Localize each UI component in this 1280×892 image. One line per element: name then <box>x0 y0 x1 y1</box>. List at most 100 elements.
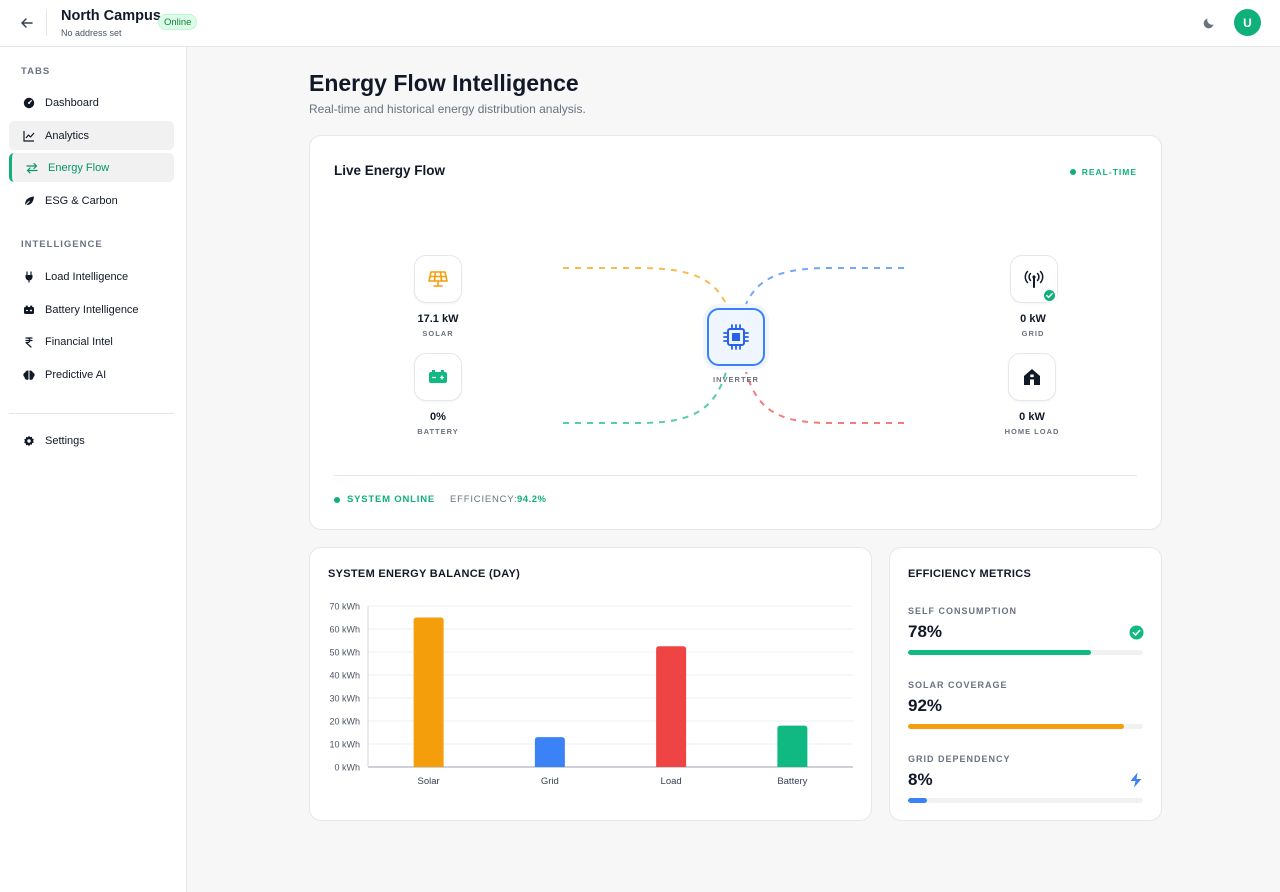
battery-node <box>414 353 462 401</box>
x-tick-label: Solar <box>418 776 440 787</box>
sidebar-item-load-intelligence[interactable]: Load Intelligence <box>9 262 174 291</box>
energy-balance-chart: 0 kWh 10 kWh 20 kWh 30 kWh 40 kWh 50 kWh 60 kW… <box>329 602 853 787</box>
leaf-icon <box>22 194 36 208</box>
efficiency-metrics-card: EFFICIENCY METRICS SELF CONSUMPTION 78% … <box>889 547 1162 821</box>
inverter-node <box>707 308 765 366</box>
y-tick-label: 0 kWh <box>334 763 360 773</box>
grid-value: 0 kW <box>1020 313 1046 325</box>
y-tick-label: 60 kWh <box>329 625 360 635</box>
sidebar-item-label: Predictive AI <box>45 368 107 381</box>
y-tick-label: 50 kWh <box>329 648 360 658</box>
sidebar-item-energy-flow[interactable]: Energy Flow <box>9 153 174 182</box>
back-arrow-icon[interactable] <box>16 12 38 34</box>
self-consumption-bar <box>908 650 1143 655</box>
sidebar-item-dashboard[interactable]: Dashboard <box>9 88 174 117</box>
page-title: Energy Flow Intelligence <box>309 70 579 96</box>
battery-value: 0% <box>430 411 446 423</box>
sidebar-item-label: Load Intelligence <box>45 270 129 283</box>
lightning-icon <box>1128 772 1144 788</box>
y-tick-label: 40 kWh <box>329 671 360 681</box>
solar-coverage-value: 92% <box>908 696 943 715</box>
system-status: SYSTEM ONLINE <box>334 494 435 505</box>
sidebar-item-label: Settings <box>45 434 85 447</box>
grid-connected-check-icon <box>1042 288 1057 303</box>
solar-value: 17.1 kW <box>417 313 459 325</box>
site-address: No address set <box>61 28 122 38</box>
top-bar: North Campus Online No address set U <box>0 0 1280 47</box>
cpu-chip-icon <box>723 324 749 350</box>
energy-balance-card: SYSTEM ENERGY BALANCE (DAY) 0 kWh 10 kWh 2… <box>309 547 872 821</box>
y-tick-label: 20 kWh <box>329 717 360 727</box>
user-avatar[interactable]: U <box>1234 9 1261 36</box>
sidebar-item-label: Battery Intelligence <box>45 303 139 316</box>
y-tick-label: 10 kWh <box>329 740 360 750</box>
sidebar-item-financial-intel[interactable]: Financial Intel <box>9 327 174 356</box>
status-badge: Online <box>158 14 198 30</box>
header-divider <box>46 10 47 36</box>
grid-dependency-label: GRID DEPENDENCY <box>908 754 1011 764</box>
solar-flow-line <box>563 267 727 305</box>
plug-icon <box>22 270 36 284</box>
gauge-icon <box>22 96 36 110</box>
self-consumption-value: 78% <box>908 622 943 641</box>
x-tick-label: Grid <box>541 776 559 787</box>
bar-load <box>656 646 687 767</box>
efficiency-label: EFFICIENCY: <box>450 494 518 505</box>
inverter-label: INVERTER <box>713 375 759 384</box>
section-label-tabs: TABS <box>21 66 51 77</box>
arrows-swap-icon <box>25 161 39 175</box>
home-node <box>1008 353 1056 401</box>
flow-divider <box>334 475 1137 476</box>
sidebar-item-analytics[interactable]: Analytics <box>9 121 174 150</box>
bar-grid <box>534 737 565 767</box>
sidebar-item-label: Dashboard <box>45 96 99 109</box>
bar-battery <box>777 725 808 767</box>
gear-icon <box>22 434 36 448</box>
live-energy-flow-card: Live Energy Flow REAL-TIME 17.1 kW SOLAR… <box>309 135 1162 530</box>
rupee-icon <box>22 335 36 349</box>
sidebar-item-battery-intelligence[interactable]: Battery Intelligence <box>9 295 174 324</box>
grid-dependency-bar <box>908 798 1143 803</box>
solar-coverage-label: SOLAR COVERAGE <box>908 680 1008 690</box>
sidebar-item-settings[interactable]: Settings <box>9 426 174 455</box>
sidebar-item-label: ESG & Carbon <box>45 194 118 207</box>
check-circle-icon <box>1128 624 1144 640</box>
sidebar: TABS Dashboard Analytics Energy Flow ESG… <box>0 47 187 892</box>
battery-label: BATTERY <box>417 427 459 436</box>
battery-icon <box>429 370 447 383</box>
page-subtitle: Real-time and historical energy distribu… <box>309 102 586 116</box>
sidebar-item-esg-carbon[interactable]: ESG & Carbon <box>9 186 174 215</box>
grid-tower-icon <box>1024 270 1044 288</box>
home-value: 0 kW <box>1019 411 1045 423</box>
grid-dependency-bar-fill <box>908 798 927 803</box>
home-label: HOME LOAD <box>1004 427 1060 436</box>
sidebar-item-label: Financial Intel <box>45 335 113 348</box>
card-title: EFFICIENCY METRICS <box>908 568 1032 580</box>
solar-coverage-bar <box>908 724 1143 729</box>
solar-panel-icon <box>428 271 448 287</box>
grid-dependency-value: 8% <box>908 770 933 789</box>
sidebar-item-label: Analytics <box>45 129 90 142</box>
solar-label: SOLAR <box>422 329 454 338</box>
bar-solar <box>413 617 444 767</box>
status-dot <box>334 496 340 503</box>
y-tick-label: 70 kWh <box>329 602 360 612</box>
sidebar-item-predictive-ai[interactable]: Predictive AI <box>9 360 174 389</box>
site-title: North Campus <box>61 8 161 24</box>
sidebar-divider <box>9 413 174 414</box>
brain-icon <box>22 368 36 382</box>
section-label-intelligence: INTELLIGENCE <box>21 239 103 250</box>
grid-label: GRID <box>1021 329 1045 338</box>
x-tick-label: Battery <box>777 776 807 787</box>
system-status-label: SYSTEM ONLINE <box>347 494 435 505</box>
efficiency-value: 94.2% <box>517 494 547 505</box>
solar-node <box>414 255 462 303</box>
self-consumption-bar-fill <box>908 650 1092 655</box>
theme-toggle-moon-icon[interactable] <box>1198 12 1220 34</box>
battery-icon <box>22 303 36 317</box>
grid-flow-line <box>745 267 904 305</box>
sidebar-item-label: Energy Flow <box>48 161 110 174</box>
x-tick-label: Load <box>661 776 682 787</box>
self-consumption-label: SELF CONSUMPTION <box>908 606 1018 616</box>
home-icon <box>1024 369 1040 385</box>
